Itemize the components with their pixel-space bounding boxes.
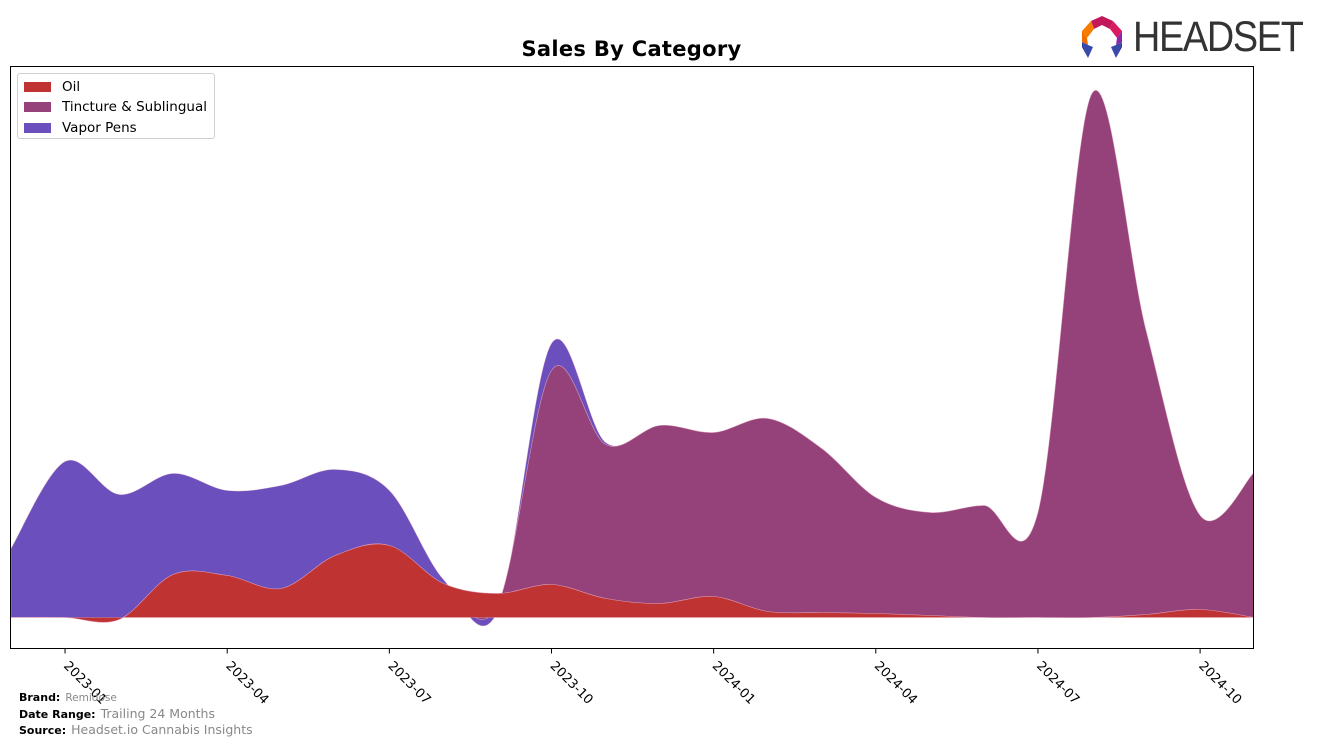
x-tick-label: 2024-07 [1033,659,1082,708]
area-layers [10,90,1254,627]
footer-source: Source: Headset.io Cannabis Insights [19,722,253,737]
source-label: Source: [19,724,67,737]
x-tick-label: 2024-01 [709,659,758,708]
x-axis: 2023-01 2023-04 2023-07 2023-10 2024-01 2024-… [60,648,1244,708]
legend-swatch-tincture [24,102,51,112]
headset-logo: HEADSET [1079,12,1317,61]
legend: Oil Tincture & Sublingual Vapor Pens [17,73,215,139]
brand-label: Brand: [19,691,61,704]
date-range-label: Date Range: [19,708,96,721]
x-tick-label: 2024-10 [1195,659,1244,708]
legend-item-tincture[interactable]: Tincture & Sublingual [24,99,207,115]
footer-date-range: Date Range: Trailing 24 Months [19,706,215,721]
footer-brand: Brand: Remidose [19,691,117,704]
headset-logo-text: HEADSET [1133,12,1304,61]
legend-item-vapor-pens[interactable]: Vapor Pens [24,120,137,136]
x-tick-label: 2023-07 [385,659,434,708]
legend-item-oil[interactable]: Oil [24,79,80,95]
source-value: Headset.io Cannabis Insights [71,722,253,737]
legend-label-oil: Oil [62,79,81,95]
brand-value: Remidose [65,692,117,704]
legend-label-tincture: Tincture & Sublingual [62,99,207,115]
x-tick-label: 2023-10 [547,659,596,708]
x-tick-label: 2024-04 [871,659,920,708]
legend-swatch-oil [24,82,51,92]
date-range-value: Trailing 24 Months [100,706,215,721]
headset-logo-icon [1082,16,1122,58]
legend-label-vapor-pens: Vapor Pens [62,120,137,136]
x-tick-label: 2023-04 [222,659,271,708]
legend-swatch-vapor-pens [24,123,51,133]
